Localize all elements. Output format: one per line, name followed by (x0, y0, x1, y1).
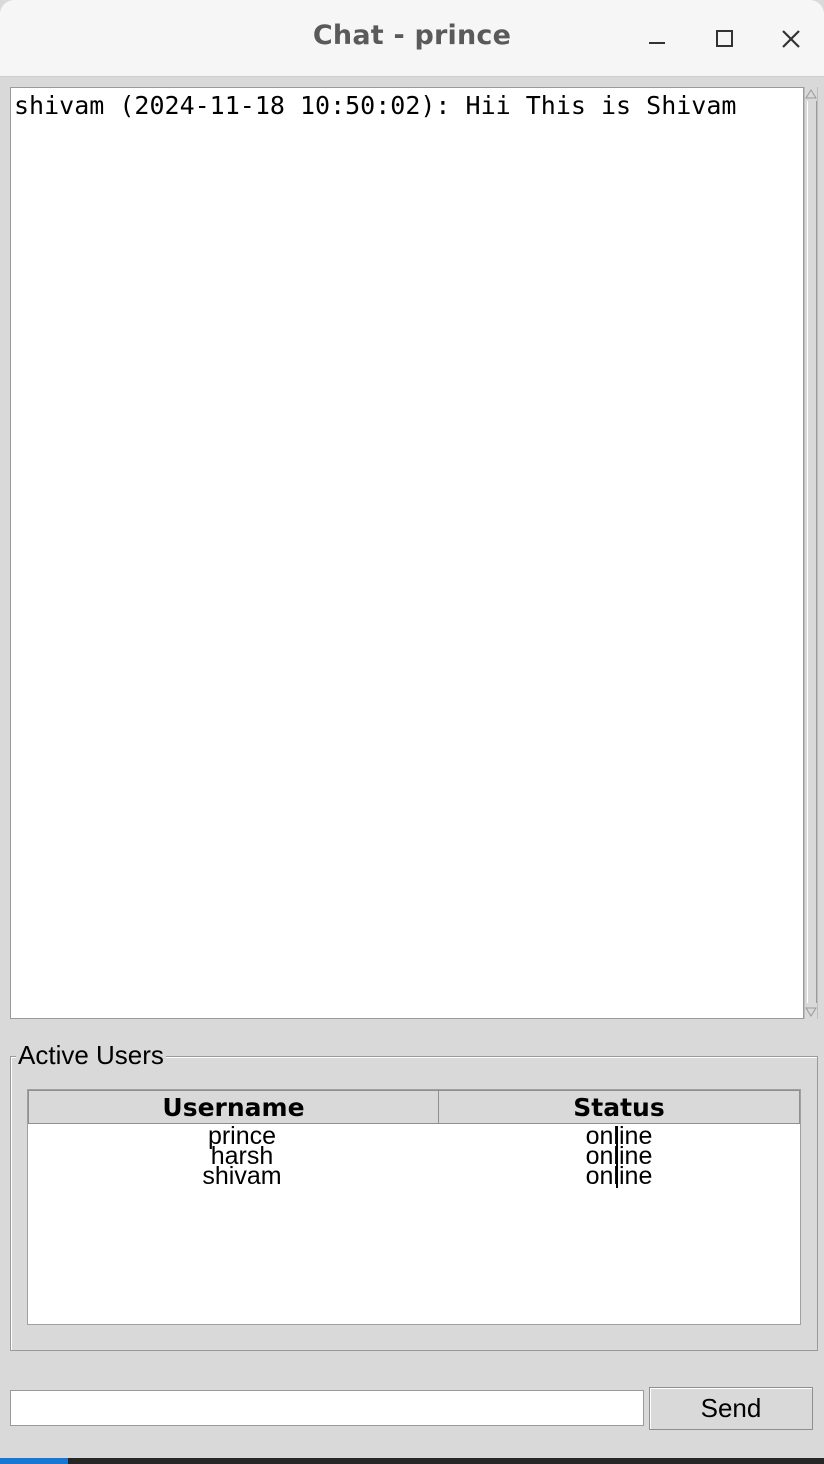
column-header-username[interactable]: Username (28, 1090, 439, 1124)
scrollbar-thumb[interactable] (807, 101, 817, 1003)
table-header: Username Status (28, 1090, 800, 1124)
minimize-icon (649, 42, 665, 44)
chat-display[interactable]: shivam (2024-11-18 10:50:02): Hii This i… (10, 87, 804, 1019)
column-separator[interactable] (616, 1126, 618, 1188)
scroll-up-arrow-icon[interactable] (805, 88, 817, 100)
active-users-table[interactable]: Username Status prince online harsh onli… (27, 1089, 801, 1325)
column-header-status[interactable]: Status (438, 1090, 800, 1124)
username-cell: shivam (202, 1162, 282, 1190)
send-button[interactable]: Send (649, 1387, 813, 1430)
maximize-icon (716, 30, 733, 47)
scroll-down-arrow-icon[interactable] (805, 1006, 817, 1018)
chat-scrollbar[interactable] (804, 87, 818, 1019)
table-row[interactable]: shivam online (28, 1162, 800, 1190)
taskbar (0, 1458, 824, 1464)
title-bar: Chat - prince (0, 0, 824, 77)
taskbar-start-accent[interactable] (0, 1458, 68, 1464)
window-title: Chat - prince (312, 20, 512, 51)
active-users-label: Active Users (16, 1040, 166, 1071)
status-cell: online (585, 1162, 653, 1190)
chat-message: shivam (2024-11-18 10:50:02): Hii This i… (14, 91, 737, 120)
maximize-button[interactable] (707, 22, 741, 56)
message-input[interactable] (10, 1390, 644, 1426)
table-body: prince online harsh online shivam online (28, 1122, 800, 1190)
minimize-button[interactable] (640, 22, 674, 56)
close-button[interactable] (774, 22, 808, 56)
close-icon (782, 30, 800, 48)
